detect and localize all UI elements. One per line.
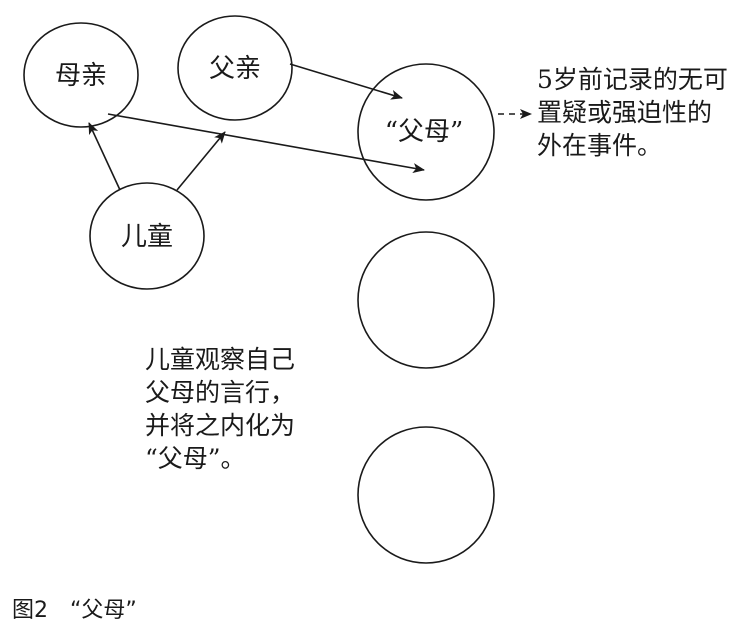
center-note-line: “父母”。	[145, 444, 246, 473]
center-note-line: 父母的言行，	[145, 378, 296, 407]
side-note-line: 外在事件。	[537, 131, 663, 160]
arrow-father-to-parents	[289, 63, 403, 100]
figure-caption: 图2 “父母”	[12, 598, 137, 623]
empty-circle-bottom	[357, 426, 495, 564]
arrow-mother-to-parents	[107, 113, 425, 174]
arrow-child-to-mother	[88, 122, 121, 191]
empty-circle-middle	[357, 231, 495, 369]
parents-label: “父母”	[385, 117, 464, 147]
father-label: 父亲	[209, 54, 261, 84]
child-label: 儿童	[121, 222, 173, 252]
center-note-line: 并将之内化为	[145, 411, 296, 440]
side-note-line: 5岁前记录的无可	[537, 65, 728, 94]
center-note-line: 儿童观察自己	[145, 345, 296, 374]
side-note: 5岁前记录的无可 置疑或强迫性的 外在事件。	[537, 63, 728, 162]
side-note-line: 置疑或强迫性的	[537, 98, 713, 127]
arrow-child-to-father	[176, 131, 226, 191]
mother-label: 母亲	[55, 61, 107, 91]
center-note: 儿童观察自己 父母的言行， 并将之内化为 “父母”。	[145, 343, 295, 475]
